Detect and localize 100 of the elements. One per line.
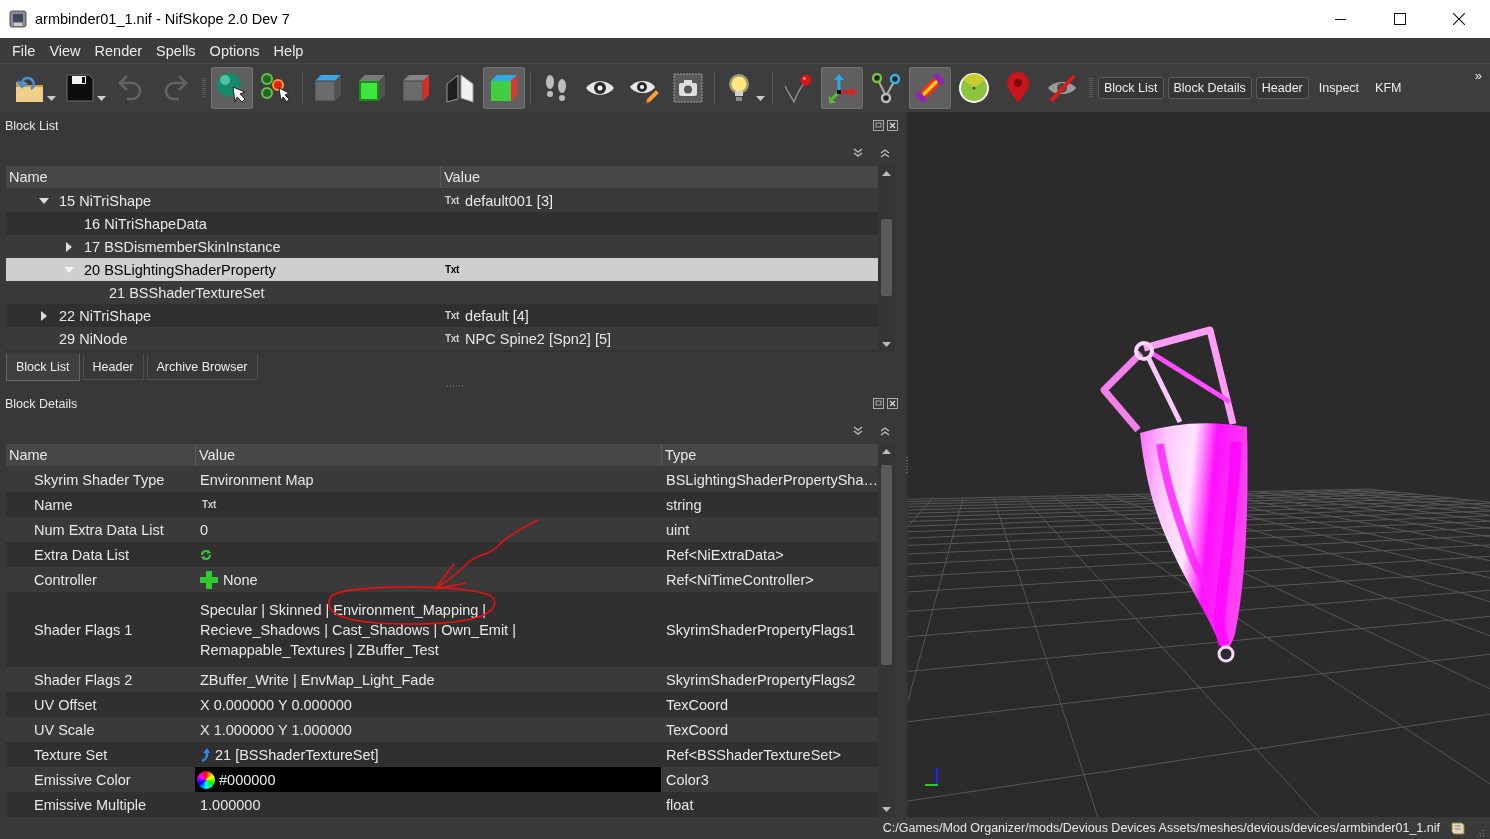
plus-icon[interactable]	[200, 570, 218, 589]
caret-icon	[97, 96, 106, 101]
property-row[interactable]: Num Extra Data List 0 uint	[6, 517, 878, 542]
up-arrow-icon[interactable]	[882, 171, 891, 176]
minimize-icon[interactable]	[1335, 18, 1346, 20]
type-label: Txt	[444, 264, 461, 275]
type-label: Txt	[444, 310, 461, 321]
block-name: 17 BSDismemberSkinInstance	[84, 238, 281, 255]
caret-right-icon[interactable]	[41, 310, 47, 321]
tab[interactable]: Header	[82, 354, 144, 380]
block-value: NPC Spine2 [Spn2] [5]	[465, 330, 611, 347]
property-name: Num Extra Data List	[34, 521, 164, 538]
panel-title: Block Details	[5, 397, 78, 411]
panel-toggle-button[interactable]: Header	[1255, 77, 1309, 99]
property-name: Shader Flags 2	[34, 671, 133, 688]
property-value: X 0.000000 Y 0.000000	[200, 696, 352, 713]
property-type: Ref<NiExtraData>	[666, 546, 784, 563]
block-name: 15 NiTriShape	[59, 192, 152, 209]
close-icon[interactable]	[887, 119, 898, 131]
property-value: None	[223, 571, 258, 588]
block-name: 20 BSLightingShaderProperty	[84, 261, 276, 278]
tree-row[interactable]: 21 BSShaderTextureSet	[6, 281, 878, 304]
menu-item[interactable]: Help	[266, 42, 311, 59]
tab[interactable]: Block List	[6, 354, 80, 381]
toolbar-button[interactable]	[211, 67, 253, 109]
property-type: TexCoord	[666, 696, 729, 713]
tree-row[interactable]: 17 BSDismemberSkinInstance	[6, 235, 878, 258]
property-row[interactable]: Skyrim Shader Type Environment Map BSLightingShaderPropertySha…	[6, 467, 878, 492]
panels-icon	[444, 72, 476, 104]
refresh-arrows-icon[interactable]	[200, 548, 212, 561]
close-icon[interactable]	[1452, 13, 1465, 25]
property-name: Name	[34, 496, 73, 513]
property-type: BSLightingShaderPropertySha…	[666, 471, 878, 488]
tree-row[interactable]: 15 NiTriShape Txt default001 [3]	[6, 189, 878, 212]
curve-point-icon	[782, 72, 814, 104]
cube-front-icon	[356, 72, 388, 104]
property-row[interactable]: Shader Flags 2 ZBuffer_Write | EnvMap_Light_Fade SkyrimShaderPropertyFlags2	[6, 667, 878, 692]
double-chevron-up-icon[interactable]	[880, 148, 890, 158]
property-value: 0	[200, 521, 209, 538]
property-name: Extra Data List	[34, 546, 130, 563]
column-header[interactable]: Name	[6, 444, 195, 466]
curved-arrow-icon[interactable]	[200, 747, 210, 762]
panel-toggle-button[interactable]: Block List	[1098, 77, 1164, 99]
menu-item[interactable]: Options	[202, 42, 267, 59]
overflow-button[interactable]: »	[1472, 68, 1484, 83]
cube-side-icon	[400, 72, 432, 104]
column-header[interactable]: Name	[6, 166, 440, 188]
float-icon[interactable]	[873, 397, 884, 409]
scrollbar-thumb[interactable]	[881, 465, 892, 665]
property-row[interactable]: Emissive Color #000000 Color3	[6, 767, 878, 792]
scrollbar-thumb[interactable]	[881, 219, 892, 296]
property-name: Controller	[34, 571, 97, 588]
caret-down-icon[interactable]	[39, 197, 49, 204]
tree-row[interactable]: 20 BSLightingShaderProperty Txt	[6, 258, 878, 281]
block-value: default [4]	[465, 307, 529, 324]
property-type: SkyrimShaderPropertyFlags1	[666, 621, 856, 638]
sphere-cursor-icon	[216, 72, 248, 104]
axes-icon	[826, 72, 858, 104]
3d-viewport[interactable]	[908, 112, 1490, 817]
color-swatch[interactable]: #000000	[195, 767, 661, 792]
menu-item[interactable]: Render	[87, 42, 150, 59]
panel-toggle-button[interactable]: KFM	[1369, 77, 1408, 99]
menu-item[interactable]: Spells	[149, 42, 203, 59]
block-value: default001 [3]	[465, 192, 553, 209]
property-type: Ref<BSShaderTextureSet>	[666, 746, 841, 763]
panel-toggle-button[interactable]: Inspect	[1312, 77, 1366, 99]
down-arrow-icon[interactable]	[882, 807, 891, 812]
property-row[interactable]: Controller None Ref<NiTimeController>	[6, 567, 878, 592]
hidden-eye-icon	[1046, 72, 1078, 104]
splitter-handle-icon[interactable]	[906, 456, 908, 473]
double-chevron-down-icon[interactable]	[853, 148, 863, 158]
double-chevron-up-icon[interactable]	[880, 425, 890, 436]
color-cube-icon	[488, 72, 520, 104]
maximize-icon[interactable]	[1393, 13, 1406, 25]
close-icon[interactable]	[887, 397, 898, 409]
column-header[interactable]: Value	[195, 444, 661, 466]
property-value: 1.000000	[200, 796, 261, 813]
splitter-handle-icon[interactable]	[447, 385, 465, 387]
double-chevron-down-icon[interactable]	[853, 425, 863, 436]
type-label: Txt	[201, 499, 218, 510]
type-label: Txt	[444, 195, 461, 206]
tree-row[interactable]: 29 NiNode Txt NPC Spine2 [Spn2] [5]	[6, 327, 878, 350]
property-name: UV Scale	[34, 721, 95, 738]
property-value: X 1.000000 Y 1.000000	[200, 721, 352, 738]
menu-item[interactable]: File	[5, 42, 43, 59]
camera-icon	[672, 72, 704, 104]
up-arrow-icon[interactable]	[882, 449, 891, 454]
tab[interactable]: Archive Browser	[146, 354, 258, 380]
color-wheel-icon[interactable]	[197, 770, 215, 789]
resize-grip-icon[interactable]	[1476, 829, 1484, 837]
panel-toggle-button[interactable]: Block Details	[1167, 77, 1252, 99]
caret-right-icon[interactable]	[66, 241, 72, 252]
caret-icon	[756, 96, 765, 101]
menu-item[interactable]: View	[42, 42, 88, 59]
block-name: 22 NiTriShape	[59, 307, 152, 324]
property-row[interactable]: UV Scale X 1.000000 Y 1.000000 TexCoord	[6, 717, 878, 742]
down-arrow-icon[interactable]	[882, 342, 891, 347]
property-type: uint	[666, 521, 690, 538]
float-icon[interactable]	[873, 119, 884, 131]
points-cursor-icon	[260, 72, 292, 104]
